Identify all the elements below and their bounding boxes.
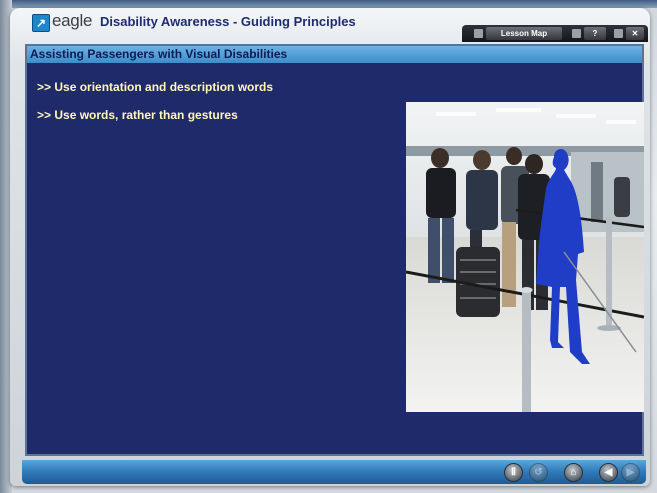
toolbar: Lesson Map ? ✕ [462,25,648,42]
slide-title: Assisting Passengers with Visual Disabil… [30,47,288,61]
close-button[interactable]: ✕ [626,27,644,40]
help-button[interactable]: ? [584,27,606,40]
course-window: ↗ eagle Disability Awareness - Guiding P… [10,8,650,486]
pause-icon[interactable]: Ⅱ [504,463,523,482]
slide-content: Assisting Passengers with Visual Disabil… [25,44,644,456]
slide-header: Assisting Passengers with Visual Disabil… [27,46,642,63]
lesson-map-square-icon [474,29,483,38]
logo-text: eagle [52,11,93,30]
course-header: ↗ eagle Disability Awareness - Guiding P… [10,8,650,42]
bullet-words-not-gestures: >> Use words, rather than gestures [37,108,238,122]
bullet-orientation-words: >> Use orientation and description words [37,80,274,94]
help-square-icon [572,29,581,38]
eagle-logo-icon: ↗ [32,14,50,32]
airport-queue-photo [406,102,644,412]
replay-icon[interactable]: ↺ [529,463,548,482]
course-title: Disability Awareness - Guiding Principle… [100,14,356,29]
background-strip [0,0,657,8]
lesson-map-button[interactable]: Lesson Map [486,27,562,40]
next-icon[interactable]: ▶ [621,463,640,482]
back-icon[interactable]: ◀ [599,463,618,482]
home-icon[interactable]: ⌂ [564,463,583,482]
navigation-bar: Ⅱ ↺ ⌂ ◀ ▶ [22,460,646,484]
close-square-icon [614,29,623,38]
